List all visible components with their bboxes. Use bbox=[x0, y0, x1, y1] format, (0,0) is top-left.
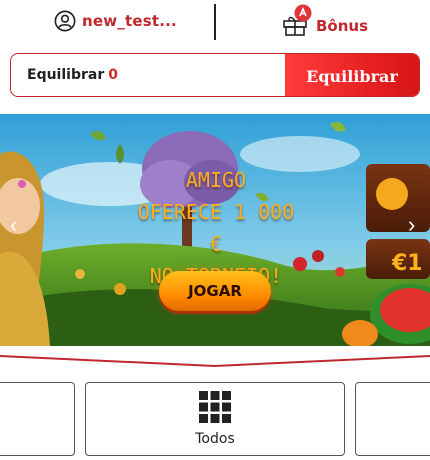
bonus-label: Bônus bbox=[316, 17, 369, 35]
category-tabs: Todos bbox=[0, 382, 430, 460]
bonus-button[interactable]: Bônus bbox=[282, 4, 369, 36]
username: new_test... bbox=[82, 12, 177, 30]
promo-banner[interactable]: €1 AMIGO OFERECE 1 000 € NO TORNEIO! JOG… bbox=[0, 114, 430, 346]
banner-divider bbox=[0, 355, 430, 368]
chevron-left-icon[interactable]: ‹ bbox=[10, 212, 17, 238]
balance-display: Equilibrar 0 bbox=[27, 67, 118, 83]
gift-icon bbox=[282, 4, 312, 36]
promo-line-1: AMIGO bbox=[185, 168, 247, 192]
header-divider bbox=[214, 4, 216, 40]
balance-bar: Equilibrar 0 Equilibrar bbox=[10, 53, 420, 97]
promo-line-2: OFERECE 1 000 € bbox=[137, 200, 295, 256]
category-tab-next[interactable] bbox=[355, 382, 430, 456]
deposit-button[interactable]: Equilibrar bbox=[285, 54, 419, 96]
category-tab-all[interactable]: Todos bbox=[85, 382, 345, 456]
category-tab-prev[interactable] bbox=[0, 382, 75, 456]
balance-label: Equilibrar bbox=[27, 67, 105, 83]
user-profile[interactable]: new_test... bbox=[54, 10, 177, 32]
chevron-right-icon[interactable]: › bbox=[408, 212, 415, 238]
side-sign-text: €1 bbox=[391, 251, 423, 276]
balance-value: 0 bbox=[108, 67, 118, 83]
coin-icon bbox=[294, 4, 312, 22]
category-label-all: Todos bbox=[195, 431, 235, 447]
play-button[interactable]: JOGAR bbox=[159, 271, 271, 311]
user-icon bbox=[54, 10, 76, 32]
top-bar: new_test... Bônus bbox=[0, 0, 430, 44]
grid-icon bbox=[199, 391, 231, 423]
